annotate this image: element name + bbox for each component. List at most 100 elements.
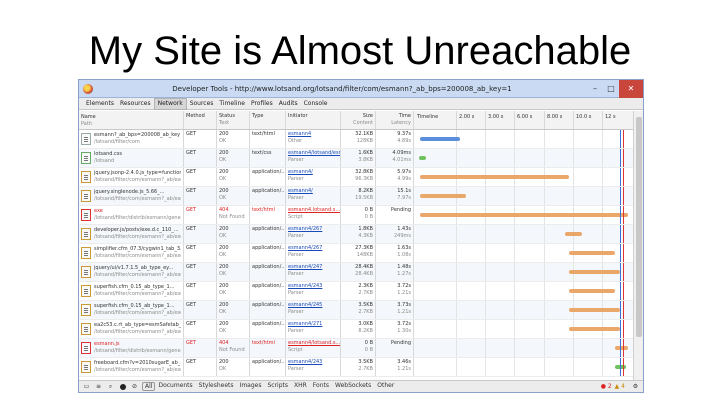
cell-timeline[interactable] [414,130,633,148]
initiator-link[interactable]: esmann4/247 [288,264,338,271]
timeline-bar[interactable] [569,327,620,331]
cell-name[interactable]: ea2c53.c.rt_ab_type=esmSafetab_a.../lots… [79,320,184,338]
cell-timeline[interactable] [414,282,633,300]
filter-documents[interactable]: Documents [155,382,195,391]
filter-images[interactable]: Images [237,382,265,391]
tab-sources[interactable]: Sources [187,98,217,110]
cell-timeline[interactable] [414,301,633,319]
tab-network[interactable]: Network [153,97,187,110]
cell-timeline[interactable] [414,320,633,338]
close-button[interactable]: ✕ [619,80,643,98]
filter-xhr[interactable]: XHR [291,382,310,391]
initiator-link[interactable]: esmann4/lotsand.s... [288,340,340,347]
col-timeline[interactable]: Timeline 2.00 s 3.00 s 6.00 s 8.00 s 10.0 s 1… [414,111,633,129]
cell-name[interactable]: jquery/ui/v1.7.1.5_ab_type_ey.../lotsand… [79,263,184,281]
col-initiator[interactable]: Initiator [286,111,341,129]
filter-websockets[interactable]: WebSockets [332,382,374,391]
warning-count-badge[interactable]: ▲ 4 [615,383,625,390]
table-row[interactable]: lotsand.css/lotsand GET 200 OK text/css esman… [79,149,633,168]
tab-resources[interactable]: Resources [117,98,154,110]
vertical-scrollbar[interactable] [633,111,643,380]
initiator-link[interactable]: esmann4/267 [288,226,338,233]
cell-timeline[interactable] [414,244,633,262]
table-row[interactable]: simplifier.cfm_07.3/cygwin1_tab_3.../lot… [79,244,633,263]
cell-name[interactable]: jquery.jsonp-2.4.0.js_type=function/lots… [79,168,184,186]
filter-stylesheets[interactable]: Stylesheets [196,382,237,391]
timeline-bar[interactable] [420,175,570,179]
table-row[interactable]: developer.js/postv/exe.d.c_110_.../lotsa… [79,225,633,244]
timeline-bar[interactable] [615,346,628,350]
cell-timeline[interactable] [414,339,633,357]
initiator-link[interactable]: esmann4/ [288,169,338,176]
filter-fonts[interactable]: Fonts [310,382,332,391]
tab-profiles[interactable]: Profiles [248,98,276,110]
table-row[interactable]: ea2c53.c.rt_ab_type=esmSafetab_a.../lots… [79,320,633,339]
col-name[interactable]: Name Path [79,111,184,129]
timeline-bar[interactable] [569,289,616,293]
settings-icon[interactable]: ⚙ [631,383,640,391]
cell-name[interactable]: jquery.singlenode.js_5.66_.../lotsand/fi… [79,187,184,205]
table-row[interactable]: jquery.jsonp-2.4.0.js_type=function/lots… [79,168,633,187]
clear-icon[interactable]: ⊘ [130,383,139,391]
cell-name[interactable]: lotsand.css/lotsand [79,149,184,167]
col-method[interactable]: Method [184,111,217,129]
timeline-bar[interactable] [565,232,582,236]
tab-elements[interactable]: Elements [83,98,117,110]
timeline-bar[interactable] [569,270,620,274]
table-row[interactable]: esmann?_ab_bps=200008_ab_key/lotsand/fil… [79,130,633,149]
timeline-bar[interactable] [420,194,467,198]
table-row[interactable]: superfish.cfm_0.15_ab_type_1.../lotsand/… [79,282,633,301]
timeline-bar[interactable] [420,213,628,217]
cell-name[interactable]: superfish.cfm_0.15_ab_type_1.../lotsand/… [79,282,184,300]
minimize-button[interactable]: – [587,84,603,93]
timeline-bar[interactable] [420,137,460,141]
timeline-bar[interactable] [569,308,620,312]
cell-timeline[interactable] [414,168,633,186]
cell-name[interactable]: superfish.cfm_0.15_ab_type_1.../lotsand/… [79,301,184,319]
timeline-bar[interactable] [419,156,427,160]
cell-timeline[interactable] [414,358,633,376]
initiator-link[interactable]: esmann4/271 [288,321,338,328]
initiator-link[interactable]: esmann4/245 [288,302,338,309]
col-type[interactable]: Type [250,111,286,129]
table-row[interactable]: jquery.singlenode.js_5.66_.../lotsand/fi… [79,187,633,206]
cell-name[interactable]: simplifier.cfm_07.3/cygwin1_tab_3.../lot… [79,244,184,262]
cell-timeline[interactable] [414,149,633,167]
timeline-bar[interactable] [569,251,616,255]
filter-all[interactable]: All [142,382,156,391]
tab-audits[interactable]: Audits [276,98,301,110]
initiator-link[interactable]: esmann4/267 [288,245,338,252]
col-time[interactable]: Time Latency [376,111,414,129]
initiator-link[interactable]: esmann4.lotsand.s... [288,207,340,214]
cell-name[interactable]: developer.js/postv/exe.d.c_110_.../lotsa… [79,225,184,243]
scrollbar-thumb[interactable] [636,117,642,337]
cell-name[interactable]: esmann.js/lotsand/filter/distrib/esmann/… [79,339,184,357]
col-status[interactable]: Status Text [217,111,250,129]
cell-name[interactable]: exe/lotsand/filter/distrib/esmann/gene [79,206,184,224]
cell-name[interactable]: freeboard.cfm?v=2010sugarE_ab_.../lotsan… [79,358,184,376]
table-row[interactable]: esmann.js/lotsand/filter/distrib/esmann/… [79,339,633,358]
dock-icon[interactable]: ▭ [82,383,91,391]
initiator-link[interactable]: esmann4/243 [288,283,338,290]
cell-name[interactable]: esmann?_ab_bps=200008_ab_key/lotsand/fil… [79,130,184,148]
error-count-badge[interactable]: ● 2 [601,383,612,390]
cell-timeline[interactable] [414,187,633,205]
initiator-link[interactable]: esmann4/243 [288,359,338,366]
initiator-link[interactable]: esmann4/ [288,188,338,195]
console-icon[interactable]: ≡ [94,383,103,391]
search-icon[interactable]: ⌕ [106,383,115,391]
table-row[interactable]: exe/lotsand/filter/distrib/esmann/gene GE… [79,206,633,225]
initiator-link[interactable]: esmann4/lotsand/esm [288,150,340,157]
cell-timeline[interactable] [414,263,633,281]
filter-scripts[interactable]: Scripts [264,382,291,391]
record-icon[interactable] [118,383,127,391]
cell-timeline[interactable] [414,225,633,243]
initiator-link[interactable]: esmann4 [288,131,338,138]
cell-timeline[interactable] [414,206,633,224]
table-row[interactable]: superfish.cfm_0.15_ab_type_1.../lotsand/… [79,301,633,320]
table-row[interactable]: jquery/ui/v1.7.1.5_ab_type_ey.../lotsand… [79,263,633,282]
filter-other[interactable]: Other [374,382,397,391]
tab-timeline[interactable]: Timeline [216,98,248,110]
table-row[interactable]: freeboard.cfm?v=2010sugarE_ab_.../lotsan… [79,358,633,377]
col-size[interactable]: Size Content [341,111,376,129]
